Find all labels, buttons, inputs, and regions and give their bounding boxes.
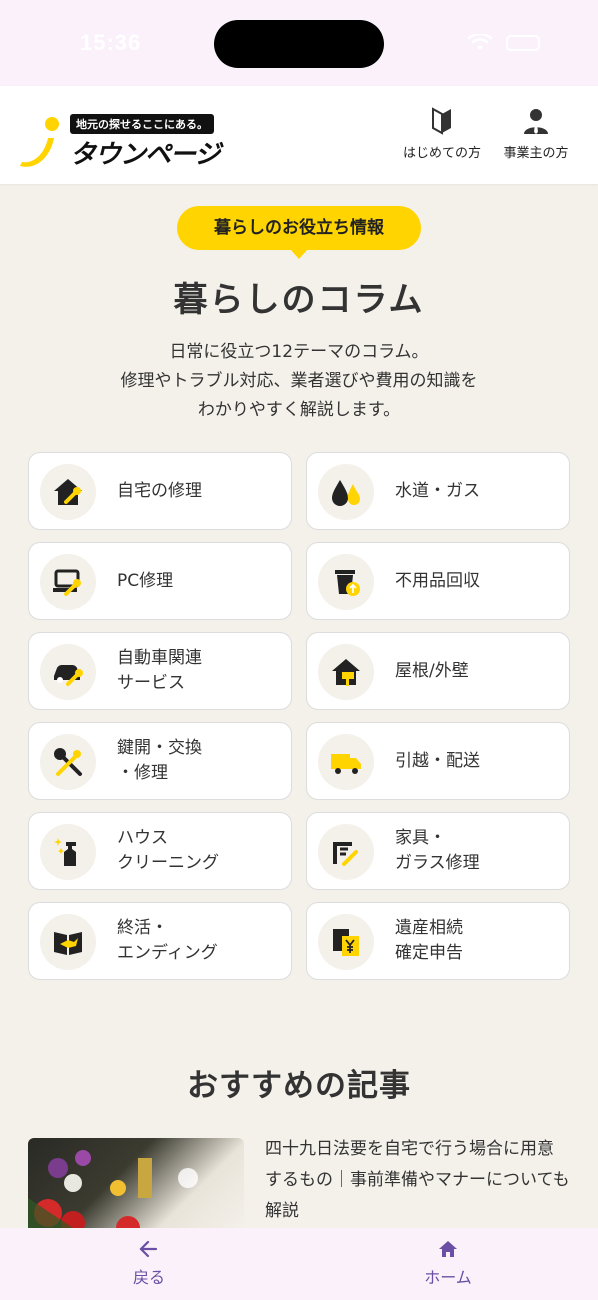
category-label: 自宅の修理 xyxy=(117,480,202,501)
key-wrench-icon xyxy=(54,748,82,776)
wifi-icon xyxy=(467,34,493,50)
page-title: 暮らしのコラム xyxy=(173,280,425,320)
category-label: 引越・配送 xyxy=(395,750,480,771)
home-label: ホーム xyxy=(424,1268,472,1287)
logo-i-icon xyxy=(20,117,59,167)
category-card-home-repair[interactable]: 自宅の修理 xyxy=(28,452,292,530)
intro-line: 日常に役立つ12テーマのコラム。 xyxy=(169,342,429,362)
beginner-mark-icon xyxy=(432,107,451,135)
category-card-water-gas[interactable]: 水道・ガス xyxy=(306,452,570,530)
spray-bottle-icon xyxy=(54,838,76,866)
article-title-link[interactable]: 四十九日法要を自宅で行う場合に用意するもの｜事前準備やマナーについても解説 xyxy=(265,1134,570,1227)
house-wrench-icon xyxy=(54,479,82,505)
category-label: 遺産相続 確定申告 xyxy=(395,918,463,963)
logo-text: タウンページ xyxy=(70,140,220,170)
logo-tagline: 地元の探せるここにある。 xyxy=(70,114,214,134)
battery-icon xyxy=(506,35,540,51)
header-link-label: 事業主の方 xyxy=(503,146,569,161)
header-link-business[interactable]: 事業主の方 xyxy=(488,106,584,161)
app-header: 地元の探せるここにある。 タウンページ はじめての方 事業主の方 xyxy=(0,86,598,184)
category-label: 不用品回収 xyxy=(395,570,480,591)
intro-line: わかりやすく解説します。 xyxy=(197,400,401,420)
category-card-moving[interactable]: 引越・配送 xyxy=(306,722,570,800)
home-icon xyxy=(439,1241,457,1257)
water-flame-icon xyxy=(332,480,360,506)
intro-text: 日常に役立つ12テーマのコラム。 修理やトラブル対応、業者選びや費用の知識を わ… xyxy=(0,338,598,425)
truck-icon xyxy=(331,754,361,774)
business-person-icon xyxy=(524,109,548,134)
altar-flowers-image xyxy=(28,1150,198,1238)
category-label: 終活・ エンディング xyxy=(117,918,218,963)
category-card-house-cleaning[interactable]: ハウス クリーニング xyxy=(28,812,292,890)
article-thumbnail[interactable] xyxy=(28,1138,244,1238)
house-paint-icon xyxy=(332,659,360,686)
townpage-logo[interactable]: 地元の探せるここにある。 タウンページ xyxy=(18,108,220,170)
category-label: 水道・ガス xyxy=(395,480,480,501)
category-label: 自動車関連 サービス xyxy=(117,648,202,693)
category-label: PC修理 xyxy=(117,570,174,591)
category-card-inheritance-tax[interactable]: 遺産相続 確定申告 xyxy=(306,902,570,980)
yen-document-icon xyxy=(333,929,359,956)
trash-recycle-icon xyxy=(335,570,360,596)
category-card-furniture-glass[interactable]: 家具・ ガラス修理 xyxy=(306,812,570,890)
intro-line: 修理やトラブル対応、業者選びや費用の知識を xyxy=(120,371,478,391)
header-link-label: はじめての方 xyxy=(402,146,481,161)
status-bar: 15:36 xyxy=(0,0,598,86)
home-button[interactable]: ホーム xyxy=(403,1238,493,1288)
category-card-junk-removal[interactable]: 不用品回収 xyxy=(306,542,570,620)
category-card-car-service[interactable]: 自動車関連 サービス xyxy=(28,632,292,710)
status-indicators xyxy=(466,34,540,52)
category-card-pc-repair[interactable]: PC修理 xyxy=(28,542,292,620)
section-title-recommended: おすすめの記事 xyxy=(187,1068,411,1104)
section-badge: 暮らしのお役立ち情報 xyxy=(177,206,421,259)
category-card-locksmith[interactable]: 鍵開・交換 ・修理 xyxy=(28,722,292,800)
bottom-navigation: 戻る ホーム xyxy=(0,1228,598,1300)
header-link-beginner[interactable]: はじめての方 xyxy=(394,106,490,161)
dynamic-island xyxy=(214,20,384,68)
book-bird-icon xyxy=(54,932,82,955)
category-card-end-of-life[interactable]: 終活・ エンディング xyxy=(28,902,292,980)
furniture-pen-icon xyxy=(333,842,358,866)
category-label: 鍵開・交換 ・修理 xyxy=(117,738,202,783)
category-label: 家具・ ガラス修理 xyxy=(395,828,480,873)
arrow-left-icon xyxy=(139,1240,158,1258)
category-label: 屋根/外壁 xyxy=(395,660,469,681)
category-label: ハウス クリーニング xyxy=(117,828,219,873)
laptop-wrench-icon xyxy=(53,569,81,596)
back-button[interactable]: 戻る xyxy=(104,1238,194,1288)
car-wrench-icon xyxy=(54,665,83,686)
status-time: 15:36 xyxy=(80,30,142,55)
category-card-roof-wall[interactable]: 屋根/外壁 xyxy=(306,632,570,710)
back-label: 戻る xyxy=(132,1268,165,1287)
